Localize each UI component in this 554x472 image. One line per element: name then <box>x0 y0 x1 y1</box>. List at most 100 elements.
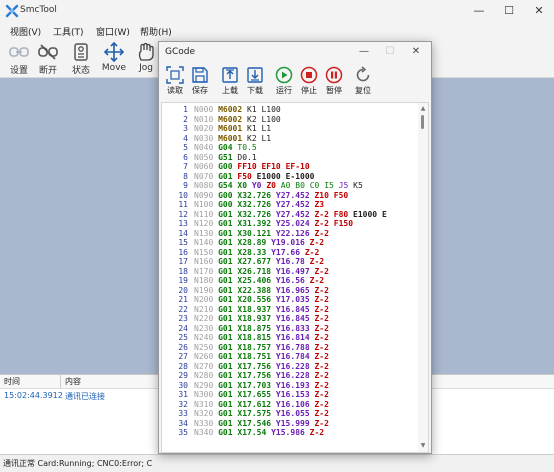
gcode-line[interactable]: 16 N150 G01 X28.33 Y17.66 Z-2 <box>162 248 319 258</box>
gcode-token: F80 <box>333 209 349 219</box>
gcode-line[interactable]: 12 N110 G01 X32.726 Y27.452 Z-2 F80 E1000… <box>162 209 386 220</box>
save-button[interactable]: 保存 <box>188 64 212 102</box>
gcode-token: N010 <box>194 114 214 124</box>
gcode-line[interactable]: 32 N310 G01 X17.612 Y16.106 Z-2 <box>162 400 329 410</box>
gcode-line[interactable]: 30 N290 G01 X17.703 Y16.193 Z-2 <box>162 381 329 391</box>
log-column-time[interactable]: 时间 <box>4 376 20 387</box>
gcode-token: X26.718 <box>237 266 272 276</box>
menu-window[interactable]: 窗口(W) <box>96 25 130 38</box>
gcode-line[interactable]: 25 N240 G01 X18.815 Y16.814 Z-2 <box>162 333 329 343</box>
move-label: Move <box>101 63 127 73</box>
gcode-line[interactable]: 15 N140 G01 X28.89 Y19.016 Z-2 <box>162 238 324 248</box>
upload-icon <box>222 67 238 83</box>
gcode-line[interactable]: 9 N080 G54 X0 Y0 Z0 A0 B0 C0 I5 J5 K5 <box>162 181 363 191</box>
gcode-line[interactable]: 27 N260 G01 X18.751 Y16.784 Z-2 <box>162 352 329 362</box>
gcode-token: Y16.845 <box>275 304 310 314</box>
gcode-token: N120 <box>194 219 214 228</box>
gcode-token: G01 <box>218 266 233 276</box>
gcode-token: Z10 <box>314 190 329 200</box>
menu-help[interactable]: 帮助(H) <box>140 25 172 38</box>
gcode-token: F50 <box>333 190 349 200</box>
gcode-token: Z0 <box>266 181 276 190</box>
log-column-divider[interactable] <box>60 375 61 389</box>
gcode-token: G01 <box>218 380 233 390</box>
gcode-text-area[interactable]: 1 N000 M6002 K1 L100 2 N010 M6002 K2 L100 3 N… <box>162 103 418 452</box>
stop-button[interactable]: 停止 <box>297 64 321 102</box>
gcode-token: K1 <box>247 105 257 114</box>
gcode-line[interactable]: 35 N340 G01 X17.54 Y15.986 Z-2 <box>162 428 324 438</box>
gcode-scrollbar[interactable]: ▲ ▼ <box>418 103 428 452</box>
log-column-content[interactable]: 内容 <box>65 376 81 387</box>
gcode-token: Z-2 <box>314 295 329 304</box>
gcode-line[interactable]: 4 N030 M6001 K2 L1 <box>162 134 271 144</box>
gcode-token: L1 <box>261 133 272 143</box>
reset-button[interactable]: 复位 <box>351 64 375 102</box>
gcode-line[interactable]: 34 N330 G01 X17.546 Y15.999 Z-2 <box>162 419 329 429</box>
gcode-line[interactable]: 3 N020 M6001 K1 L1 <box>162 124 271 134</box>
gcode-editor[interactable]: 1 N000 M6002 K1 L100 2 N010 M6002 K2 L100 3 N… <box>161 102 429 453</box>
gcode-line[interactable]: 29 N280 G01 X17.756 Y16.228 Z-2 <box>162 371 329 381</box>
menu-view[interactable]: 视图(V) <box>10 25 41 38</box>
gcode-line[interactable]: 13 N120 G01 X31.392 Y25.024 Z-2 F150 <box>162 219 353 229</box>
gcode-token: G01 <box>218 228 233 238</box>
gcode-token: N060 <box>194 162 214 171</box>
gcode-line[interactable]: 10 N090 G00 X32.726 Y27.452 Z10 F50 <box>162 191 348 201</box>
gcode-line[interactable]: 31 N300 G01 X17.655 Y16.153 Z-2 <box>162 390 329 400</box>
gcode-token: Y27.452 <box>275 209 310 219</box>
gcode-token: N030 <box>194 133 214 143</box>
gcode-token: N320 <box>194 409 214 418</box>
pause-button[interactable]: 暂停 <box>322 64 346 102</box>
gcode-token: Y0 <box>251 181 262 190</box>
move-arrows-icon <box>103 42 125 62</box>
gcode-line[interactable]: 19 N180 G01 X25.406 Y16.56 Z-2 <box>162 276 324 286</box>
gcode-title-bar[interactable]: GCode — ☐ ✕ <box>159 42 431 62</box>
menu-tools[interactable]: 工具(T) <box>53 25 84 38</box>
gcode-line[interactable]: 7 N060 G00 FF10 EF10 EF-10 <box>162 162 310 172</box>
disconnect-button[interactable]: 断开 <box>31 40 65 76</box>
download-button[interactable]: 下载 <box>243 64 267 102</box>
gcode-line[interactable]: 21 N200 G01 X20.556 Y17.035 Z-2 <box>162 295 329 305</box>
maximize-button[interactable]: ☐ <box>494 0 524 22</box>
line-number: 10 <box>178 190 188 200</box>
gcode-token: G00 <box>218 200 233 209</box>
gcode-line[interactable]: 11 N100 G00 X32.726 Y27.452 Z3 <box>162 200 324 210</box>
line-number: 15 <box>178 238 188 247</box>
gcode-token: X18.937 <box>237 314 272 323</box>
minimize-button[interactable]: — <box>464 0 494 22</box>
gcode-line[interactable]: 2 N010 M6002 K2 L100 <box>162 115 281 125</box>
gcode-line[interactable]: 33 N320 G01 X17.575 Y16.055 Z-2 <box>162 409 329 419</box>
gcode-line[interactable]: 17 N160 G01 X27.677 Y16.78 Z-2 <box>162 257 324 267</box>
gcode-token: G01 <box>218 352 233 361</box>
gcode-maximize-button[interactable]: ☐ <box>377 42 403 62</box>
close-button[interactable]: ✕ <box>524 0 554 22</box>
gcode-token: G01 <box>218 247 233 257</box>
gcode-line[interactable]: 6 N050 G51 D0.1 <box>162 153 256 163</box>
gcode-line[interactable]: 14 N130 G01 X30.121 Y22.126 Z-2 <box>162 229 329 239</box>
scroll-up-arrow-icon[interactable]: ▲ <box>419 105 427 113</box>
gcode-line[interactable]: 5 N040 G04 T0.5 <box>162 143 256 153</box>
upload-button[interactable]: 上载 <box>218 64 242 102</box>
gcode-line[interactable]: 1 N000 M6002 K1 L100 <box>162 105 281 115</box>
gcode-line[interactable]: 26 N250 G01 X18.757 Y16.788 Z-2 <box>162 343 329 353</box>
gcode-token: G01 <box>218 171 233 181</box>
gcode-line[interactable]: 8 N070 G01 F50 E1000 E-1000 <box>162 172 314 182</box>
gcode-line[interactable]: 20 N190 G01 X22.388 Y16.965 Z-2 <box>162 286 329 296</box>
scroll-down-arrow-icon[interactable]: ▼ <box>419 442 427 450</box>
move-button[interactable]: Move <box>97 40 131 76</box>
gcode-line[interactable]: 24 N230 G01 X18.875 Y16.833 Z-2 <box>162 324 329 334</box>
gcode-line[interactable]: 28 N270 G01 X17.756 Y16.228 Z-2 <box>162 362 329 372</box>
gcode-line[interactable]: 18 N170 G01 X26.718 Y16.497 Z-2 <box>162 267 329 277</box>
run-button[interactable]: 运行 <box>272 64 296 102</box>
gcode-token: X32.726 <box>237 200 272 209</box>
gcode-token: EF-10 <box>285 162 310 171</box>
gcode-token: Y16.193 <box>275 380 310 390</box>
gcode-token: K1 <box>247 124 257 133</box>
scroll-thumb[interactable] <box>421 115 424 129</box>
status-button[interactable]: 状态 <box>64 40 98 76</box>
read-button[interactable]: 读取 <box>163 64 187 102</box>
gcode-token: N100 <box>194 200 214 209</box>
gcode-close-button[interactable]: ✕ <box>403 42 429 62</box>
gcode-minimize-button[interactable]: — <box>351 42 377 62</box>
gcode-line[interactable]: 23 N220 G01 X18.937 Y16.845 Z-2 <box>162 314 329 324</box>
gcode-line[interactable]: 22 N210 G01 X18.937 Y16.845 Z-2 <box>162 305 329 315</box>
